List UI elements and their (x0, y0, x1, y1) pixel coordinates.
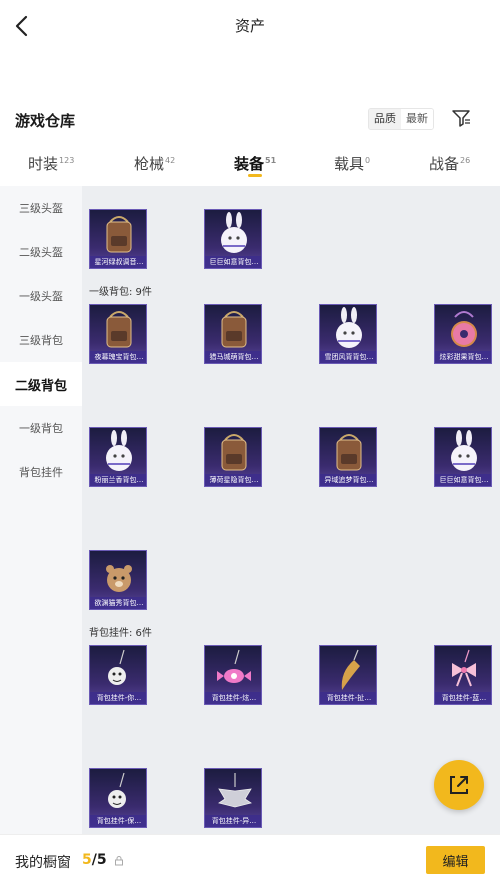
showcase-bar: 我的橱窗 5/5 编辑 (0, 834, 500, 885)
wing-charm-icon (218, 773, 252, 808)
item-caption: 背包挂件-炫… (205, 692, 261, 704)
item-caption: 巨巨如意背包… (205, 256, 261, 268)
share-button[interactable] (434, 760, 484, 810)
group-label-level1: 一级背包: 9件 (89, 287, 152, 298)
backpack-icon (106, 311, 132, 348)
item-caption: 夜幕瑰宝背包… (90, 351, 146, 363)
backpack-icon (221, 311, 247, 348)
active-tab-indicator (248, 174, 262, 177)
item-card[interactable]: 星河绿叔调音… (89, 209, 147, 269)
group-label-charms: 背包挂件: 6件 (89, 628, 152, 639)
item-caption: 背包挂件-扯… (320, 692, 376, 704)
item-caption: 粉丽兰香背包… (90, 474, 146, 486)
donut-backpack-icon (451, 311, 477, 347)
item-caption: 背包挂件-蓝… (435, 692, 491, 704)
item-caption: 猎马城萌背包… (205, 351, 261, 363)
page-title: 资产 (234, 17, 265, 35)
item-grid: 一级背包: 9件 背包挂件: 6件 星河绿叔调音… 巨巨如意背包… 夜幕瑰宝背包… 猎… (82, 186, 500, 834)
item-caption: 背包挂件-你… (90, 692, 146, 704)
nav-bar: 资产 (0, 0, 500, 52)
sidebar: 三级头盔 二级头盔 一级头盔 三级背包 二级背包 一级背包 背包挂件 (0, 186, 82, 834)
backpack-icon (221, 434, 247, 471)
sort-quality-button[interactable]: 品质 (369, 109, 401, 129)
item-card[interactable]: 巨巨如意背包… (434, 427, 492, 487)
bear-backpack-icon (106, 565, 132, 592)
item-card[interactable]: 背包挂件-蓝… (434, 645, 492, 705)
item-card[interactable]: 背包挂件-你… (89, 645, 147, 705)
bunny-backpack-icon (451, 430, 477, 471)
candy-charm-icon (217, 649, 251, 683)
lock-icon (115, 856, 123, 866)
item-caption: 巨巨如意背包… (435, 474, 491, 486)
item-card[interactable]: 夜幕瑰宝背包… (89, 304, 147, 364)
filter-icon[interactable] (450, 107, 472, 129)
sidebar-item-level2-backpack[interactable]: 二级背包 (0, 362, 82, 406)
sidebar-item-backpack-charms[interactable]: 背包挂件 (0, 450, 82, 494)
sidebar-item-level3-backpack[interactable]: 三级背包 (0, 318, 82, 362)
blade-charm-icon (341, 649, 360, 690)
item-card[interactable]: 欲渊猫秀背包… (89, 550, 147, 610)
charm-icon (108, 649, 126, 685)
item-caption: 炫彩甜果背包… (435, 351, 491, 363)
section-title: 游戏仓库 (15, 112, 76, 130)
item-caption: 异域追梦背包… (320, 474, 376, 486)
sidebar-item-level1-helmet[interactable]: 一级头盔 (0, 274, 82, 318)
tab-fashion[interactable]: 时装123 (28, 153, 74, 174)
warehouse-header: 游戏仓库 品质 最新 (0, 100, 500, 138)
sidebar-item-level1-backpack[interactable]: 一级背包 (0, 406, 82, 450)
item-card[interactable]: 背包挂件-保… (89, 768, 147, 828)
item-card[interactable]: 背包挂件-炫… (204, 645, 262, 705)
backpack-icon (106, 216, 132, 253)
item-caption: 欲渊猫秀背包… (90, 597, 146, 609)
item-caption: 背包挂件-保… (90, 815, 146, 827)
item-card[interactable]: 薄荷星隐背包… (204, 427, 262, 487)
sort-latest-button[interactable]: 最新 (401, 109, 433, 129)
tab-supplies[interactable]: 战备26 (429, 153, 470, 174)
item-card[interactable]: 异域追梦背包… (319, 427, 377, 487)
category-tabs: 时装123 枪械42 装备51 载具0 战备26 (0, 140, 500, 184)
share-icon (450, 776, 468, 794)
tab-equipment[interactable]: 装备51 (234, 153, 276, 174)
item-card[interactable]: 炫彩甜果背包… (434, 304, 492, 364)
bunny-backpack-icon (106, 430, 132, 471)
item-card[interactable]: 猎马城萌背包… (204, 304, 262, 364)
item-card[interactable]: 巨巨如意背包… (204, 209, 262, 269)
item-caption: 星河绿叔调音… (90, 256, 146, 268)
item-card[interactable]: 雪团风背背包… (319, 304, 377, 364)
item-card[interactable]: 背包挂件-异… (204, 768, 262, 828)
item-caption: 薄荷星隐背包… (205, 474, 261, 486)
item-caption: 背包挂件-异… (205, 815, 261, 827)
tab-vehicles[interactable]: 载具0 (334, 153, 370, 174)
sort-toggle: 品质 最新 (368, 108, 434, 130)
showcase-count: 5/5 (82, 852, 107, 868)
item-caption: 雪团风背背包… (320, 351, 376, 363)
backpack-icon (336, 434, 362, 471)
bow-charm-icon (452, 649, 476, 687)
sidebar-item-level3-helmet[interactable]: 三级头盔 (0, 186, 82, 230)
edit-button[interactable]: 编辑 (426, 846, 485, 874)
tab-firearms[interactable]: 枪械42 (134, 153, 175, 174)
bunny-backpack-icon (221, 212, 247, 253)
showcase-label: 我的橱窗 (15, 855, 71, 871)
bunny-backpack-icon (336, 307, 362, 348)
charm-icon (108, 772, 126, 808)
sidebar-item-level2-helmet[interactable]: 二级头盔 (0, 230, 82, 274)
item-card[interactable]: 粉丽兰香背包… (89, 427, 147, 487)
item-card[interactable]: 背包挂件-扯… (319, 645, 377, 705)
